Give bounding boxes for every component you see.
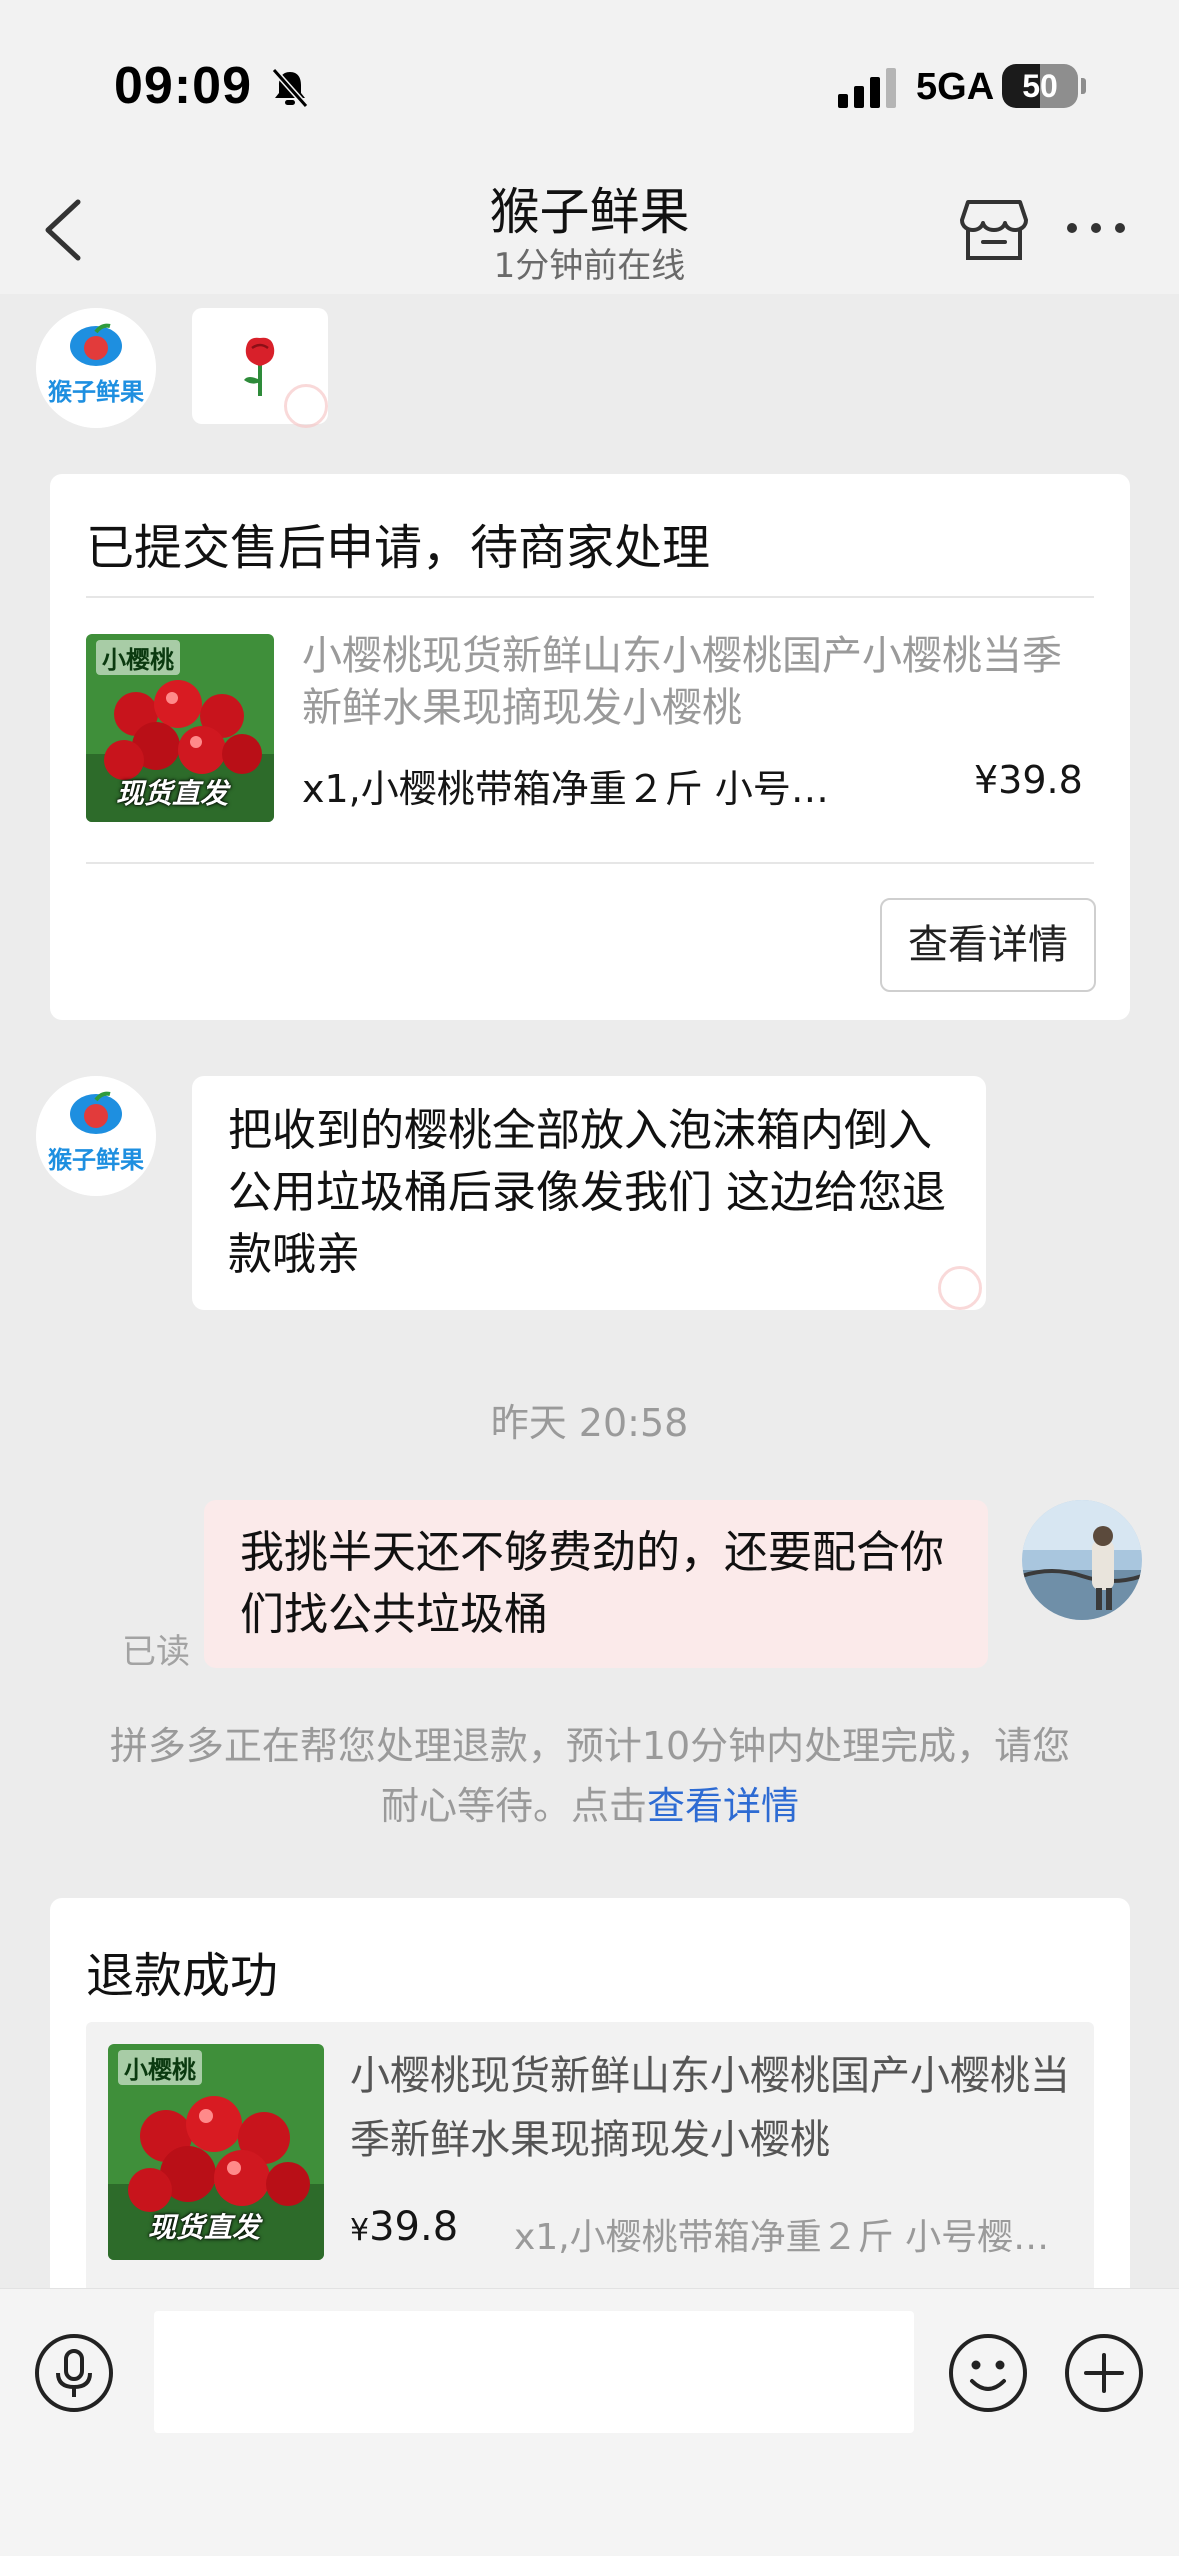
message-input-bar [0, 2288, 1179, 2556]
read-status: 已读 [122, 1632, 190, 1672]
message-input[interactable] [154, 2311, 914, 2433]
product-thumbnail[interactable]: 小樱桃 现货直发 [108, 2044, 324, 2260]
product-spec: x1,小樱桃带箱净重２斤 小号… [302, 767, 829, 811]
emoji-icon[interactable] [948, 2333, 1028, 2413]
network-type: 5GA [916, 66, 995, 108]
chat-header: 猴子鲜果 1分钟前在线 [0, 160, 1179, 294]
plus-icon[interactable] [1064, 2333, 1144, 2413]
system-note-link[interactable]: 查看详情 [647, 1784, 799, 1828]
cellular-signal-icon [838, 68, 896, 108]
bell-muted-icon [271, 68, 309, 108]
shop-message-bubble[interactable]: 把收到的樱桃全部放入泡沫箱内倒入公用垃圾桶后录像发我们 这边给您退款哦亲 [192, 1076, 986, 1310]
voice-input-icon[interactable] [34, 2333, 114, 2413]
thumb-badge: 现货直发 [148, 2211, 261, 2244]
product-title: 小樱桃现货新鲜山东小樱桃国产小樱桃当季新鲜水果现摘现发小樱桃 [302, 633, 1062, 731]
price-value: 39.8 [369, 2204, 459, 2250]
product-thumbnail[interactable]: 小樱桃 现货直发 [86, 634, 274, 822]
after-sale-card[interactable]: 已提交售后申请，待商家处理 小樱桃 现货直发 小樱桃现货新鲜山东小樱桃国产小樱桃… [50, 474, 1130, 1020]
user-message-text: 我挑半天还不够费劲的，还要配合你们找公共垃圾桶 [240, 1527, 944, 1640]
message-timestamp: 昨天 20:58 [490, 1401, 689, 1445]
after-sale-title: 已提交售后申请，待商家处理 [86, 520, 711, 576]
thumb-badge: 现货直发 [116, 777, 229, 810]
refund-product-row[interactable]: 小樱桃 现货直发 小樱桃现货新鲜山东小樱桃国产小樱桃当季新鲜水果现摘现发小樱桃 … [86, 2022, 1094, 2288]
user-message-bubble[interactable]: 我挑半天还不够费劲的，还要配合你们找公共垃圾桶 [204, 1500, 988, 1668]
thumb-tag: 小樱桃 [96, 640, 180, 675]
refund-title: 退款成功 [86, 1948, 279, 2004]
watermark-icon [284, 384, 328, 428]
shop-logo-icon: 猴子鲜果 [36, 1076, 156, 1196]
shop-logo-text: 猴子鲜果 [48, 378, 144, 406]
chat-history[interactable]: 猴子鲜果 已提交售后申请，待商家处理 小樱桃 现货直发 小樱桃现货新鲜山东小樱桃… [0, 294, 1179, 2288]
watermark-icon [938, 1266, 982, 1310]
system-note-text: 拼多多正在帮您处理退款，预计10分钟内处理完成，请您耐心等待。点击 [109, 1724, 1071, 1828]
product-price: ¥39.8 [350, 2204, 458, 2250]
shop-message-text: 把收到的樱桃全部放入泡沫箱内倒入公用垃圾桶后录像发我们 这边给您退款哦亲 [228, 1105, 946, 1280]
product-price: ¥39.8 [974, 758, 1083, 802]
shop-avatar[interactable]: 猴子鲜果 [36, 308, 156, 428]
user-avatar[interactable] [1022, 1500, 1142, 1620]
user-photo [1022, 1500, 1142, 1620]
refund-success-card[interactable]: 退款成功 小樱桃 现货直发 小樱桃现货新鲜山东小樱桃国产小樱桃当季新鲜水果现摘现… [50, 1898, 1130, 2288]
rose-icon [244, 337, 275, 396]
price-symbol: ¥ [350, 2213, 370, 2248]
shop-avatar[interactable]: 猴子鲜果 [36, 1076, 156, 1196]
divider [86, 862, 1094, 864]
status-bar: 09:09 5GA 50 [0, 0, 1179, 160]
refund-system-note: 拼多多正在帮您处理退款，预计10分钟内处理完成，请您耐心等待。点击查看详情 [100, 1716, 1080, 1836]
thumb-tag: 小樱桃 [118, 2050, 202, 2085]
view-details-button[interactable]: 查看详情 [880, 898, 1096, 992]
shop-logo-icon: 猴子鲜果 [36, 308, 156, 428]
battery-icon: 50 [1002, 64, 1086, 108]
more-options-icon[interactable] [1064, 208, 1128, 248]
divider [86, 596, 1094, 598]
product-title: 小樱桃现货新鲜山东小樱桃国产小樱桃当季新鲜水果现摘现发小樱桃 [350, 2053, 1070, 2163]
product-spec: x1,小樱桃带箱净重２斤 小号樱… [514, 2217, 1050, 2258]
battery-level: 50 [1022, 68, 1058, 104]
rose-sticker-bubble[interactable] [192, 308, 328, 428]
status-time: 09:09 [114, 57, 252, 115]
store-icon[interactable] [958, 194, 1030, 264]
shop-logo-text: 猴子鲜果 [48, 1146, 144, 1174]
